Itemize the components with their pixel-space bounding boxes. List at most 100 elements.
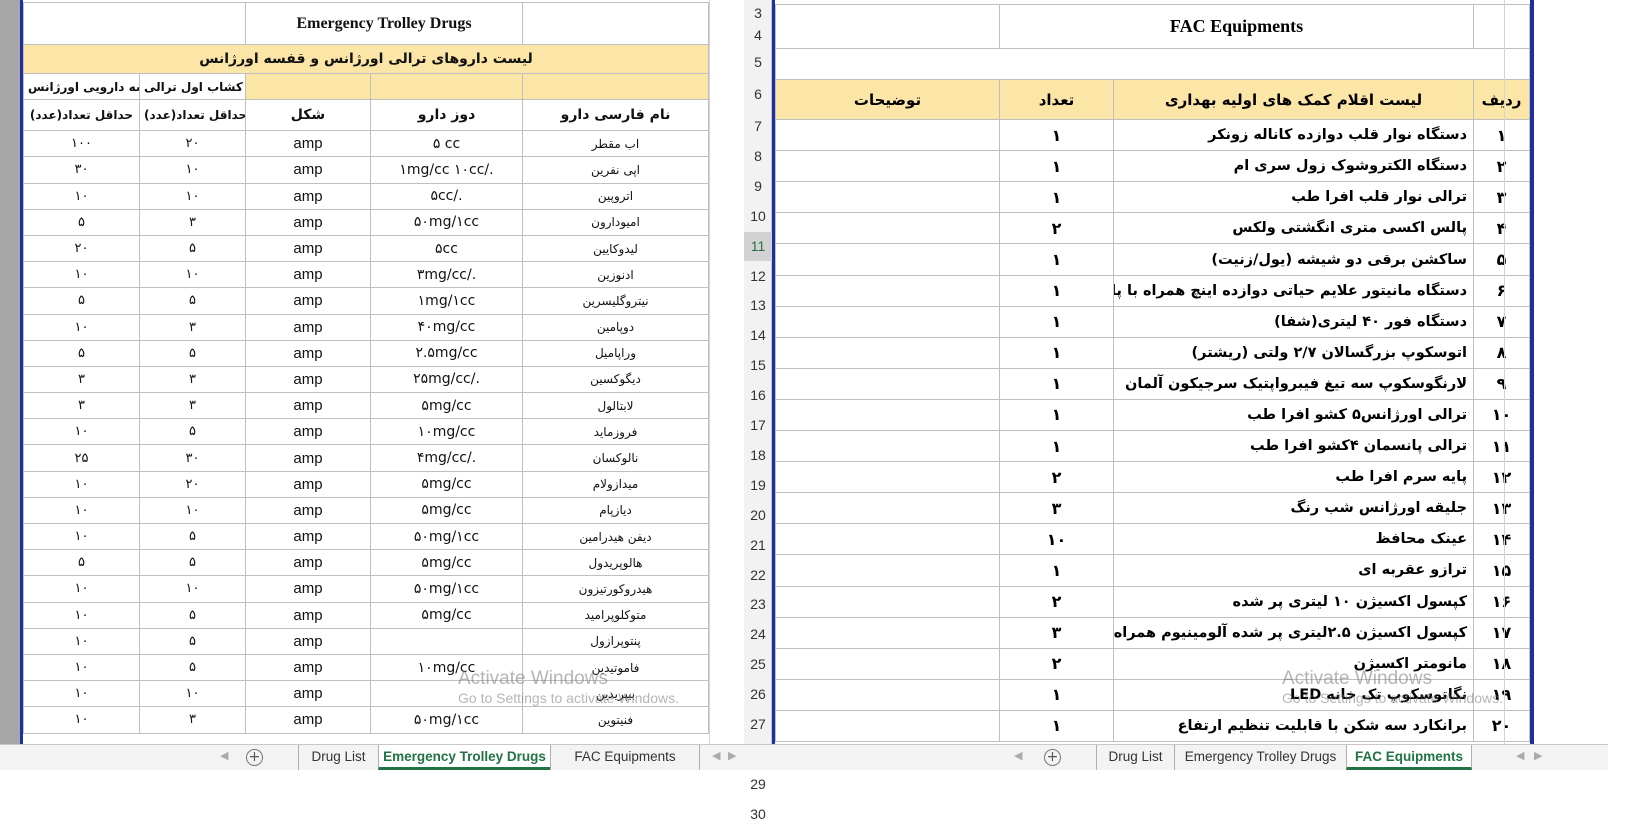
cell-dose[interactable]: ۳mg/cc/.: [370, 261, 523, 289]
cell-drug-name[interactable]: لیدوکایین: [522, 234, 709, 263]
cell-min-shelf[interactable]: ۱۰: [23, 470, 140, 498]
cell-form[interactable]: amp: [245, 575, 371, 603]
cell-form[interactable]: amp: [245, 680, 371, 708]
cell-form[interactable]: amp: [245, 627, 371, 655]
cell-item[interactable]: مانومتر اکسیژن: [1112, 647, 1475, 680]
cell-min-shelf[interactable]: ۱۰: [23, 496, 140, 525]
sheet-title[interactable]: Emergency Trolley Drugs: [245, 2, 523, 45]
row-number[interactable]: 4: [744, 22, 772, 48]
cell-notes[interactable]: [775, 243, 1000, 276]
cell-min-trolley[interactable]: ۱۰: [139, 680, 246, 708]
row-number[interactable]: 20: [744, 501, 772, 531]
cell-item[interactable]: اتوسکوپ بزرگسالان ۲/۷ ولتی (ریشتر): [1112, 336, 1475, 369]
cell-form[interactable]: amp: [245, 287, 371, 315]
cell-drug-name[interactable]: اپی نفرین: [522, 156, 709, 184]
cell-count[interactable]: ۲: [999, 647, 1114, 680]
tab-fac-equipments[interactable]: FAC Equipments: [1346, 745, 1472, 770]
cell-min-trolley[interactable]: ۵: [139, 339, 246, 367]
cell-notes[interactable]: [775, 150, 1000, 183]
cell-dose[interactable]: [370, 680, 523, 708]
chevron-left-icon[interactable]: ◀: [1516, 749, 1524, 762]
cell-index[interactable]: ۲: [1473, 150, 1531, 183]
cell-form[interactable]: amp: [245, 392, 371, 420]
cell-form[interactable]: amp: [245, 522, 371, 551]
cell-dose[interactable]: ۵۰mg/۱cc: [370, 575, 523, 603]
cell-min-trolley[interactable]: ۳: [139, 365, 246, 394]
cell-dose[interactable]: ۵۰mg/۱cc: [370, 208, 523, 236]
tab-emergency-trolley-drugs[interactable]: Emergency Trolley Drugs: [378, 745, 550, 770]
blank-cell[interactable]: [245, 72, 371, 101]
cell-form[interactable]: amp: [245, 496, 371, 525]
cell-notes[interactable]: [775, 461, 1000, 494]
cell-notes[interactable]: [775, 336, 1000, 369]
cell-drug-name[interactable]: دیفن هیدرامین: [522, 522, 709, 551]
cell-count[interactable]: ۳: [999, 616, 1114, 649]
cell-index[interactable]: ۱: [1473, 119, 1531, 152]
cell-dose[interactable]: ۵cc: [370, 234, 523, 263]
cell-drug-name[interactable]: بیپریدین: [522, 680, 709, 708]
cell-count[interactable]: ۱۰: [999, 523, 1114, 556]
column-header-dose[interactable]: دوز دارو: [370, 99, 523, 132]
cell-index[interactable]: ۳: [1473, 181, 1531, 214]
cell-notes[interactable]: [775, 678, 1000, 711]
row-number[interactable]: 11: [744, 231, 772, 262]
row-number[interactable]: 10: [744, 202, 772, 232]
tab-drug-list[interactable]: Drug List: [298, 745, 378, 770]
column-header-form[interactable]: شکل: [245, 99, 371, 132]
cell-min-shelf[interactable]: ۵: [23, 339, 140, 367]
column-header-drug-name[interactable]: نام فارسی دارو: [522, 99, 709, 132]
cell-min-trolley[interactable]: ۱۰: [139, 261, 246, 289]
cell-dose[interactable]: ۴۰mg/cc: [370, 313, 523, 341]
cell-min-shelf[interactable]: ۱۰: [23, 575, 140, 603]
cell-item[interactable]: نگاتوسکوپ تک خانه LED: [1112, 678, 1475, 711]
cell-drug-name[interactable]: دیازپام: [522, 496, 709, 525]
cell-min-trolley[interactable]: ۱۰: [139, 575, 246, 603]
row-number[interactable]: 23: [744, 590, 772, 620]
cell-notes[interactable]: [775, 647, 1000, 680]
cell-index[interactable]: ۱۴: [1473, 523, 1531, 556]
chevron-right-icon[interactable]: ▶: [1534, 749, 1542, 762]
cell-drug-name[interactable]: میدازولام: [522, 470, 709, 498]
cell-min-trolley[interactable]: ۵: [139, 601, 246, 629]
cell-notes[interactable]: [775, 305, 1000, 338]
cell-min-shelf[interactable]: ۱۰: [23, 627, 140, 655]
cell-drug-name[interactable]: امیودارون: [522, 208, 709, 236]
group-header-trolley[interactable]: کشاب اول ترالی: [139, 72, 246, 101]
cell-drug-name[interactable]: فروزماید: [522, 418, 709, 446]
cell-item[interactable]: لارنگوسکوپ سه تیغ فیبرواپتیک سرجیکون آلم…: [1112, 367, 1475, 400]
cell-form[interactable]: amp: [245, 365, 371, 394]
cell-dose[interactable]: ۵mg/cc: [370, 601, 523, 629]
cell-dose[interactable]: ۵mg/cc: [370, 392, 523, 420]
row-number[interactable]: 29: [744, 770, 772, 800]
cell-item[interactable]: کپسول اکسیژن ۱۰ لیتری پر شده: [1112, 585, 1475, 618]
row-number[interactable]: 9: [744, 172, 772, 202]
cell-item[interactable]: عینک محافظ: [1112, 523, 1475, 556]
cell-dose[interactable]: ۵۰mg/۱cc: [370, 522, 523, 551]
cell-drug-name[interactable]: متوکلوپرامید: [522, 601, 709, 629]
cell-min-trolley[interactable]: ۵: [139, 287, 246, 315]
cell-count[interactable]: ۱: [999, 678, 1114, 711]
chevron-left-icon[interactable]: ◀: [220, 749, 228, 762]
column-header-count[interactable]: تعداد: [999, 79, 1114, 121]
cell-min-trolley[interactable]: ۵: [139, 418, 246, 446]
cell-form[interactable]: amp: [245, 234, 371, 263]
cell-dose[interactable]: ۵mg/cc: [370, 496, 523, 525]
cell-item[interactable]: ترازو عقربه ای: [1112, 554, 1475, 587]
cell-index[interactable]: ۵: [1473, 243, 1531, 276]
cell-min-trolley[interactable]: ۵: [139, 653, 246, 682]
cell-dose[interactable]: ۴mg/cc/.: [370, 444, 523, 472]
cell-form[interactable]: amp: [245, 313, 371, 341]
row-number[interactable]: 21: [744, 531, 772, 561]
cell-dose[interactable]: ۵mg/cc: [370, 549, 523, 577]
cell-form[interactable]: amp: [245, 470, 371, 498]
cell-drug-name[interactable]: اتروپین: [522, 182, 709, 210]
cell-min-trolley[interactable]: ۵: [139, 627, 246, 655]
cell-item[interactable]: دستگاه الکتروشوک زول سری ام: [1112, 150, 1475, 183]
column-header-min-trolley[interactable]: حداقل تعداد(عدد): [139, 99, 246, 132]
cell-notes[interactable]: [775, 274, 1000, 307]
cell-min-trolley[interactable]: ۵: [139, 234, 246, 263]
sheet-subtitle[interactable]: لیست داروهای ترالی اورژانس و قفسه اورژان…: [23, 44, 709, 74]
cell-min-trolley[interactable]: ۳: [139, 392, 246, 420]
cell-min-shelf[interactable]: ۲۵: [23, 444, 140, 472]
group-header-shelf[interactable]: قفسه دارویی اورژانس: [23, 72, 140, 101]
